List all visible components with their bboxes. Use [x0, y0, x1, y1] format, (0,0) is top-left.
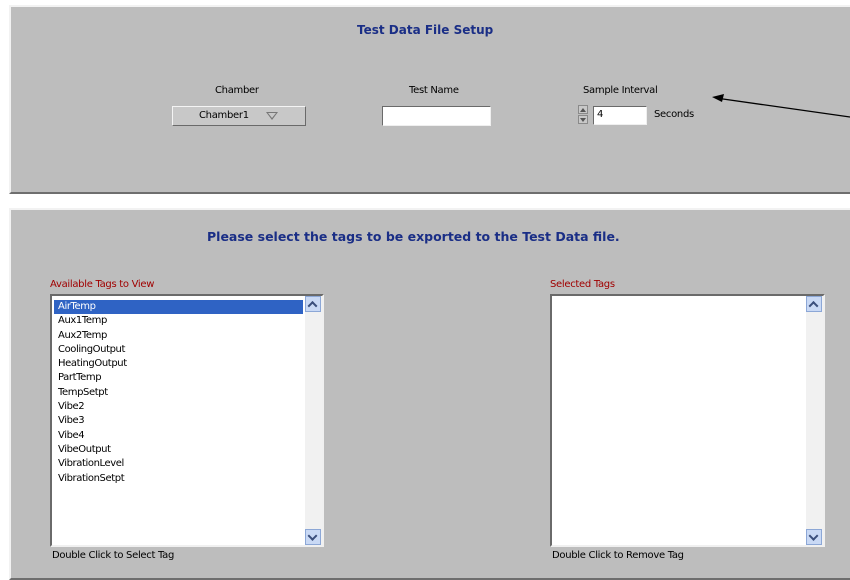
list-item[interactable]: AirTemp	[54, 300, 303, 315]
list-item[interactable]: CoolingOutput	[54, 343, 303, 357]
list-item[interactable]: Aux1Temp	[54, 314, 303, 328]
scroll-down-icon[interactable]	[305, 529, 321, 545]
list-item[interactable]: VibrationLevel	[54, 457, 303, 471]
available-tags-scrollbar[interactable]	[305, 296, 322, 545]
annotation-arrow-icon	[712, 94, 850, 118]
chamber-label: Chamber	[215, 85, 259, 96]
sample-interval-label: Sample Interval	[583, 85, 658, 96]
selected-tags-label: Selected Tags	[550, 279, 615, 290]
available-tags-hint: Double Click to Select Tag	[52, 550, 174, 561]
test-name-input[interactable]	[382, 106, 491, 126]
scroll-up-icon[interactable]	[305, 296, 321, 312]
interval-unit-label: Seconds	[654, 109, 694, 120]
selected-tags-hint: Double Click to Remove Tag	[552, 550, 684, 561]
chamber-value: Chamber1	[199, 110, 249, 121]
decrement-icon[interactable]	[578, 115, 588, 124]
sample-interval-input[interactable]: 4	[593, 106, 647, 125]
selected-tags-list[interactable]	[550, 294, 825, 547]
selected-tags-scrollbar[interactable]	[806, 296, 823, 545]
list-item[interactable]: VibeOutput	[54, 443, 303, 457]
chevron-down-icon	[266, 112, 278, 120]
list-item[interactable]: PartTemp	[54, 371, 303, 385]
available-tags-label: Available Tags to View	[50, 279, 155, 290]
setup-title: Test Data File Setup	[357, 23, 494, 37]
tag-selection-heading: Please select the tags to be exported to…	[207, 229, 620, 244]
available-tags-list[interactable]: AirTemp Aux1Temp Aux2Temp CoolingOutput Heat…	[50, 294, 324, 547]
list-item[interactable]: HeatingOutput	[54, 357, 303, 371]
interval-stepper[interactable]	[578, 104, 590, 126]
list-item[interactable]: Vibe4	[54, 429, 303, 443]
list-item[interactable]: Vibe2	[54, 400, 303, 414]
list-item[interactable]: Vibe3	[54, 414, 303, 428]
chamber-dropdown[interactable]: Chamber1	[172, 106, 306, 126]
list-item[interactable]: Aux2Temp	[54, 329, 303, 343]
list-item[interactable]: TempSetpt	[54, 386, 303, 400]
available-tags-items: AirTemp Aux1Temp Aux2Temp CoolingOutput Heat…	[54, 300, 303, 486]
list-item[interactable]: VibrationSetpt	[54, 472, 303, 486]
test-name-label: Test Name	[409, 85, 459, 96]
scroll-up-icon[interactable]	[806, 296, 822, 312]
increment-icon[interactable]	[578, 105, 588, 114]
scroll-down-icon[interactable]	[806, 529, 822, 545]
